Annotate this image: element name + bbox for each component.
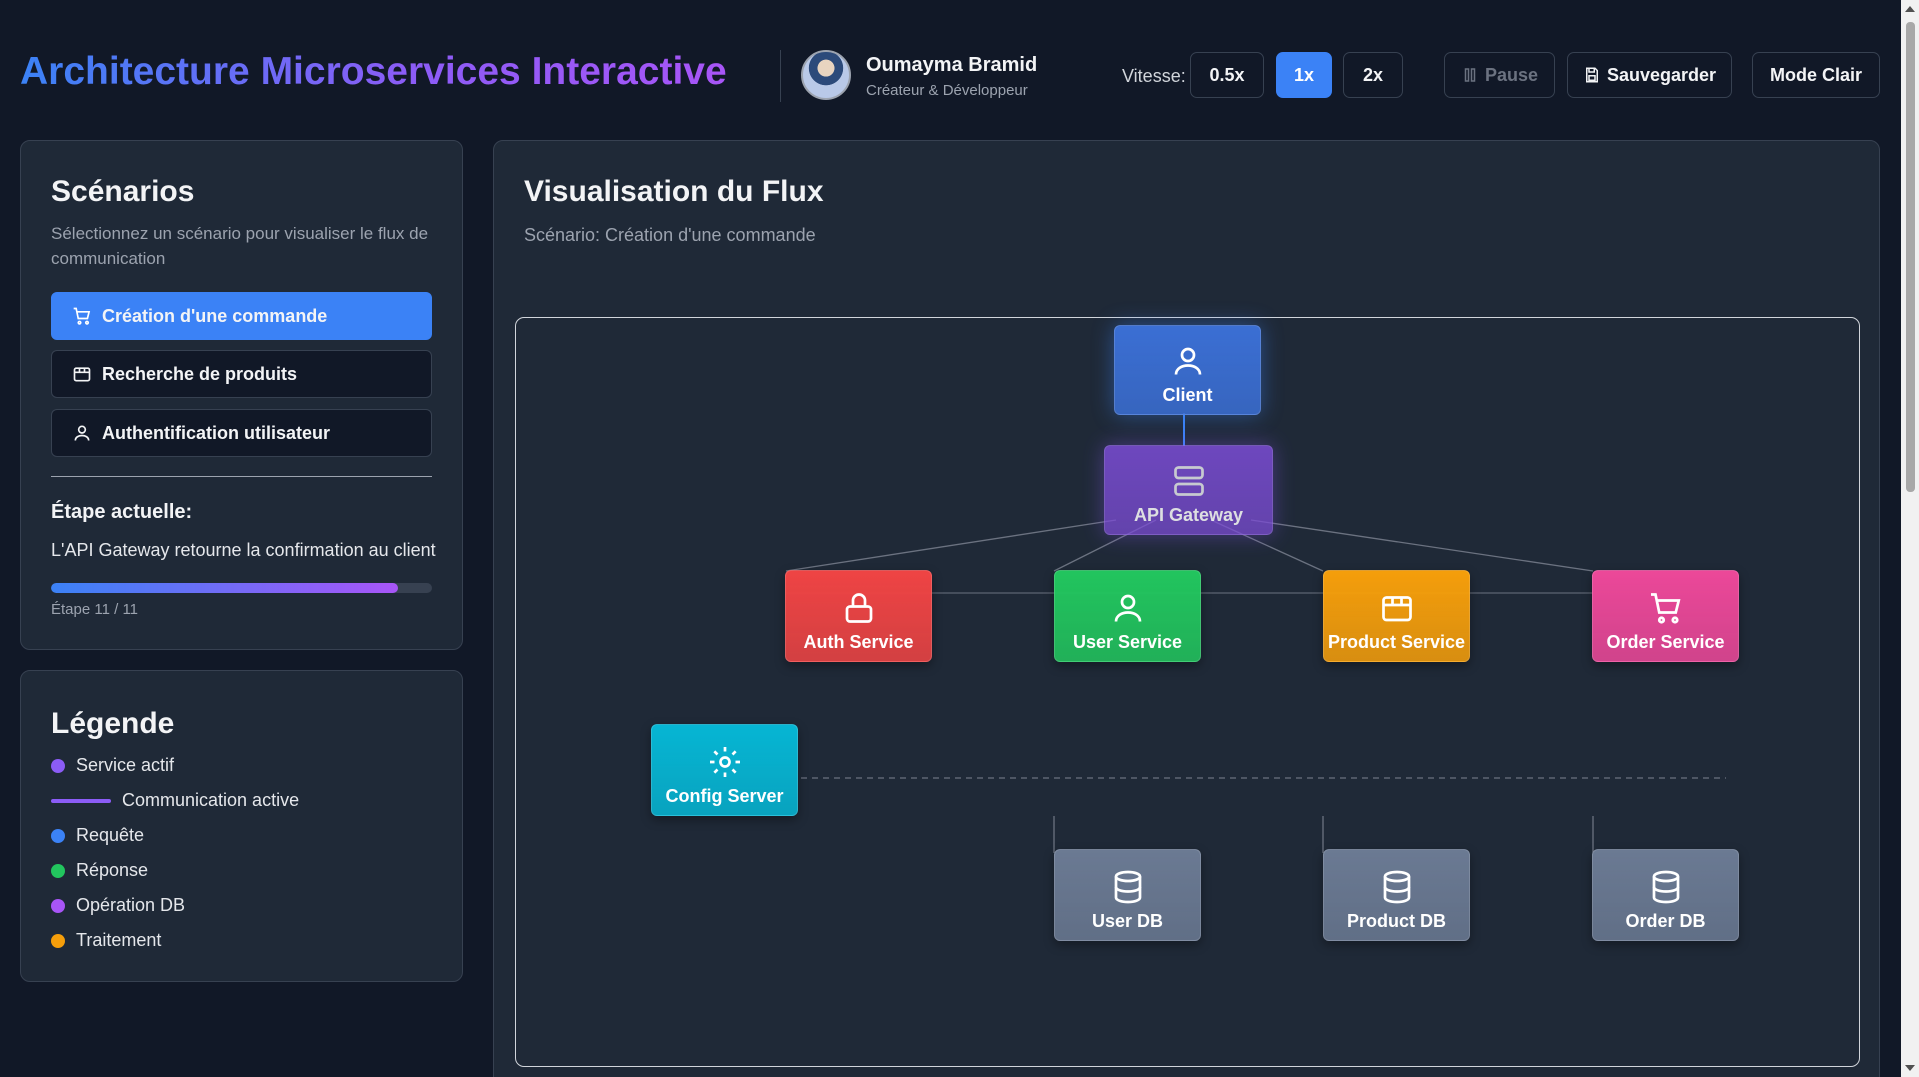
node-user-db[interactable]: User DB	[1054, 849, 1201, 941]
speed-0-5x-button[interactable]: 0.5x	[1190, 52, 1264, 98]
header-divider	[780, 50, 781, 102]
avatar	[801, 50, 851, 100]
node-client[interactable]: Client	[1114, 325, 1261, 415]
speed-label: Vitesse:	[1122, 66, 1186, 86]
legend-swatch	[51, 933, 65, 948]
step-progress-bar	[51, 583, 432, 593]
node-auth-service[interactable]: Auth Service	[785, 570, 932, 662]
current-step-text: L'API Gateway retourne la confirmation a…	[51, 540, 436, 560]
cart-icon	[73, 307, 91, 325]
connection-gateway-order	[1250, 519, 1594, 572]
current-step-title: Étape actuelle:	[51, 501, 193, 523]
node-label: Client	[1162, 385, 1213, 405]
user-role: Créateur & Développeur	[866, 82, 1028, 99]
scenario-label: Recherche de produits	[102, 363, 298, 384]
legend-item-active-service: Service actif	[51, 755, 174, 776]
theme-toggle-button[interactable]: Mode Clair	[1752, 52, 1880, 98]
node-label: API Gateway	[1133, 505, 1244, 525]
node-label: Config Server	[665, 786, 784, 806]
legend-item-response: Réponse	[51, 860, 148, 881]
scroll-down-arrow[interactable]	[1905, 1065, 1915, 1071]
app-title: Architecture Microservices Interactive	[20, 50, 727, 93]
pause-icon	[1464, 68, 1476, 82]
legend-swatch	[51, 898, 65, 913]
legend-swatch	[51, 828, 65, 843]
flow-title: Visualisation du Flux	[524, 175, 824, 208]
scenario-product-search-button[interactable]: Recherche de produits	[51, 350, 432, 398]
user-icon	[74, 425, 90, 441]
node-label: Order DB	[1625, 911, 1706, 931]
step-progress-fill	[51, 583, 398, 593]
connection-lines	[785, 413, 1726, 853]
user-name: Oumayma Bramid	[866, 54, 1038, 76]
node-config-server[interactable]: Config Server	[651, 724, 798, 816]
save-button[interactable]: Sauvegarder	[1567, 52, 1732, 98]
save-icon	[1585, 67, 1598, 83]
legend-swatch	[51, 798, 111, 803]
node-label: User Service	[1072, 632, 1183, 652]
box-icon	[1381, 596, 1412, 622]
legend-label: Communication active	[122, 790, 300, 810]
scroll-up-arrow[interactable]	[1905, 6, 1915, 12]
legend-panel: Légende Service actif Communication acti…	[20, 670, 463, 982]
legend-label: Requête	[76, 825, 145, 845]
flow-canvas: Client API Gateway Auth Service User Ser…	[515, 317, 1860, 1067]
node-label: Product Service	[1327, 632, 1466, 652]
cart-icon	[1650, 593, 1680, 624]
legend-swatch	[51, 758, 65, 773]
node-api-gateway[interactable]: API Gateway	[1104, 445, 1273, 535]
app-header: Architecture Microservices Interactive O…	[0, 0, 1900, 140]
scenario-label: Création d'une commande	[102, 305, 328, 326]
node-order-service[interactable]: Order Service	[1592, 570, 1739, 662]
legend-item-active-communication: Communication active	[51, 790, 299, 811]
node-label: Order Service	[1606, 632, 1725, 652]
divider	[51, 476, 432, 477]
user-icon	[1114, 594, 1141, 622]
step-count: Étape 11 / 11	[51, 601, 139, 618]
database-icon	[1114, 870, 1141, 904]
speed-2x-button[interactable]: 2x	[1343, 52, 1403, 98]
node-product-service[interactable]: Product Service	[1323, 570, 1470, 662]
database-icon	[1383, 870, 1410, 904]
scenarios-panel: Scénarios Sélectionnez un scénario pour …	[20, 140, 463, 650]
node-order-db[interactable]: Order DB	[1592, 849, 1739, 941]
flow-subtitle: Scénario: Création d'une commande	[524, 225, 816, 245]
node-label: Auth Service	[803, 632, 914, 652]
pause-button[interactable]: Pause	[1444, 52, 1555, 98]
legend-item-processing: Traitement	[51, 930, 161, 951]
legend-item-db-operation: Opération DB	[51, 895, 185, 916]
legend-swatch	[51, 863, 65, 878]
node-user-service[interactable]: User Service	[1054, 570, 1201, 662]
box-icon	[73, 367, 91, 382]
scrollbar-thumb[interactable]	[1906, 22, 1915, 492]
legend-label: Opération DB	[76, 895, 186, 915]
pause-label: Pause	[1484, 64, 1539, 85]
scenario-label: Authentification utilisateur	[102, 422, 331, 443]
legend-title: Légende	[51, 707, 175, 740]
legend-label: Réponse	[76, 860, 149, 880]
flow-panel: Visualisation du Flux Scénario: Création…	[493, 140, 1880, 1077]
node-product-db[interactable]: Product DB	[1323, 849, 1470, 941]
save-label: Sauvegarder	[1606, 64, 1717, 85]
legend-item-request: Requête	[51, 825, 144, 846]
connection-gateway-auth	[785, 519, 1117, 572]
database-icon	[1652, 870, 1679, 904]
lock-icon	[845, 593, 872, 623]
scenarios-description: Sélectionnez un scénario pour visualiser…	[51, 224, 429, 268]
scenarios-title: Scénarios	[51, 175, 195, 208]
speed-1x-button[interactable]: 1x	[1276, 52, 1332, 98]
user-icon	[1174, 347, 1201, 375]
node-label: Product DB	[1347, 911, 1446, 931]
legend-label: Service actif	[76, 755, 175, 775]
legend-label: Traitement	[76, 930, 162, 950]
scenario-create-order-button[interactable]: Création d'une commande	[51, 292, 432, 340]
server-icon	[1173, 466, 1204, 496]
page-scrollbar[interactable]	[1901, 0, 1919, 1077]
node-label: User DB	[1091, 911, 1164, 931]
gear-icon	[709, 747, 740, 777]
scenario-user-auth-button[interactable]: Authentification utilisateur	[51, 409, 432, 457]
